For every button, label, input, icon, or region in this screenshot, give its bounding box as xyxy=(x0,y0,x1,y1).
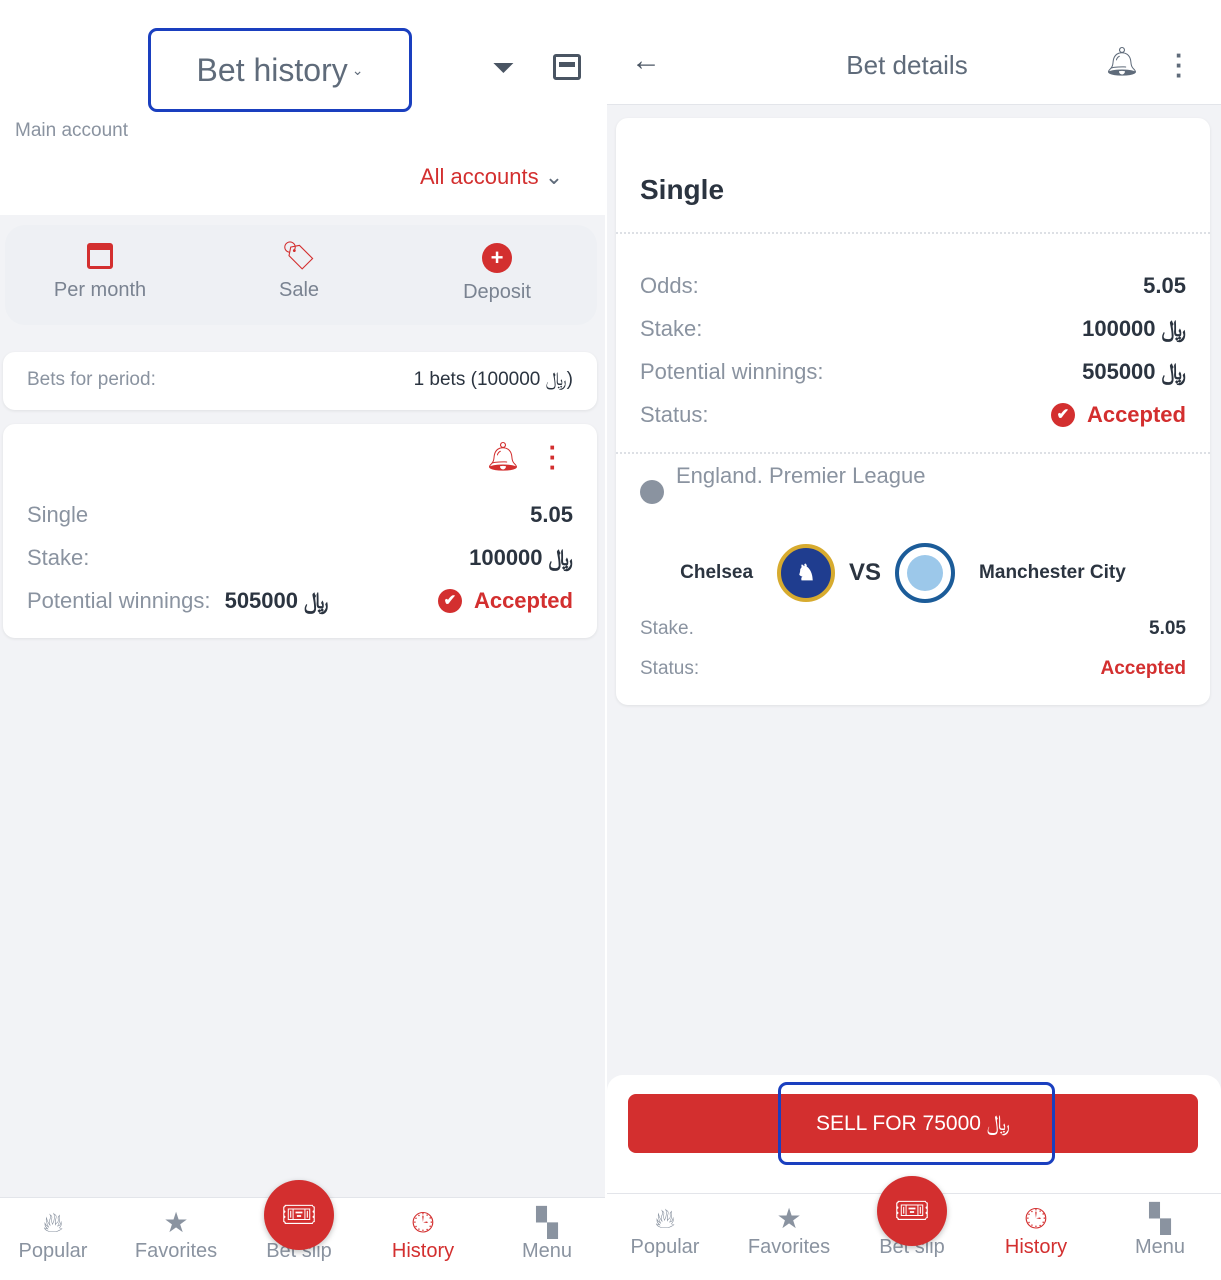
bets-for-period: Bets for period: 1 bets (﷼ 100000) xyxy=(3,352,597,410)
bet-type: Single xyxy=(640,174,725,205)
flame-icon: 🔥︎ xyxy=(654,1203,676,1234)
filter-icon[interactable]: ⏷ xyxy=(492,52,514,85)
stake-label: Stake: xyxy=(27,545,90,570)
status-value: Accepted xyxy=(473,588,573,613)
nav-popular[interactable]: 🔥︎ Popular xyxy=(0,1206,108,1263)
account-label: Main account xyxy=(15,120,129,141)
man-city-crest-icon xyxy=(895,543,956,603)
vs-label: VS xyxy=(849,559,882,586)
highlight-box xyxy=(148,28,412,112)
stake-value: ﷼ 100000 xyxy=(469,545,573,570)
divider xyxy=(616,452,1210,454)
grid-icon: ▚ xyxy=(536,1207,558,1238)
plus-circle-icon: + xyxy=(482,243,512,273)
nav-label: Favorites xyxy=(134,1240,218,1262)
league-icon xyxy=(640,480,664,504)
stake-label: Stake: xyxy=(640,316,703,341)
tag-icon: 🏷︎ xyxy=(281,240,317,271)
winnings-label: Potential winnings: xyxy=(27,588,211,613)
nav-label: Menu xyxy=(1134,1236,1186,1258)
event-stake-label: Stake. xyxy=(640,618,694,639)
nav-favorites[interactable]: ★ Favorites xyxy=(734,1202,844,1259)
nav-menu[interactable]: ▚ Menu xyxy=(492,1206,602,1263)
event-status: Accepted xyxy=(1100,658,1186,679)
home-team: Chelsea xyxy=(680,562,754,583)
status-label: Status: xyxy=(640,402,709,427)
league-name: England. Premier League xyxy=(676,463,926,488)
nav-label: History xyxy=(391,1240,455,1262)
ticket-icon: 🎟︎ xyxy=(264,1180,334,1250)
all-accounts-label: All accounts xyxy=(420,164,539,189)
away-team: Manchester City xyxy=(979,562,1126,583)
period-value: 1 bets (﷼ 100000) xyxy=(413,369,573,390)
calendar-icon xyxy=(87,243,113,269)
nav-history[interactable]: 🕒︎ History xyxy=(981,1202,1091,1259)
sale-button[interactable]: 🏷︎ Sale xyxy=(249,239,349,302)
chelsea-crest-icon: ♞ xyxy=(777,544,836,602)
quick-actions: Per month 🏷︎ Sale + Deposit xyxy=(5,225,597,325)
check-circle-icon: ✔ xyxy=(1050,403,1075,427)
grid-icon: ▚ xyxy=(1149,1203,1171,1234)
per-month-label: Per month xyxy=(53,279,147,301)
divider xyxy=(616,232,1210,234)
match-row: Chelsea ♞ VS Manchester City xyxy=(616,543,1210,603)
card-icon[interactable] xyxy=(553,54,581,80)
more-icon[interactable]: · · · xyxy=(548,434,558,480)
per-month-button[interactable]: Per month xyxy=(50,243,150,302)
check-circle-icon: ✔ xyxy=(437,589,462,613)
bet-history-screen: Bet history ⌄ ⏷ Main account All accounts… xyxy=(0,0,605,1280)
nav-bet-slip[interactable]: 🎟︎ Bet slip xyxy=(857,1176,967,1259)
event-status-label: Status: xyxy=(640,658,700,679)
odds-label: Odds: xyxy=(640,273,699,298)
bet-card[interactable]: 🔔︎ · · · Single 5.05 Stake: ﷼ 100000 Potenti… xyxy=(3,424,597,638)
bell-icon[interactable]: 🔔︎ xyxy=(485,440,521,473)
stake-value: ﷼ 100000 xyxy=(1082,316,1186,341)
deposit-button[interactable]: + Deposit xyxy=(447,243,547,304)
ticket-icon: 🎟︎ xyxy=(877,1176,947,1246)
odds-value: 5.05 xyxy=(1143,273,1186,298)
highlight-box xyxy=(778,1082,1055,1165)
deposit-label: Deposit xyxy=(463,281,531,303)
bell-icon[interactable]: 🔔︎ xyxy=(1104,45,1140,78)
sale-label: Sale xyxy=(278,279,320,301)
winnings-value: ﷼ 505000 xyxy=(1082,359,1186,384)
nav-bet-slip[interactable]: 🎟︎ Bet slip xyxy=(244,1180,354,1263)
bet-type: Single xyxy=(27,502,89,527)
bet-odds: 5.05 xyxy=(530,502,573,527)
winnings-label: Potential winnings: xyxy=(640,359,824,384)
bottom-nav: 🔥︎ Popular ★ Favorites 🎟︎ Bet slip 🕒︎ Histor… xyxy=(0,1180,605,1280)
star-icon: ★ xyxy=(163,1207,189,1238)
more-icon[interactable]: · · · xyxy=(1175,42,1184,88)
status-value: Accepted xyxy=(1086,402,1186,427)
nav-history[interactable]: 🕒︎ History xyxy=(368,1206,478,1263)
nav-label: Menu xyxy=(521,1240,573,1262)
clock-icon: 🕒︎ xyxy=(1024,1203,1048,1234)
nav-menu[interactable]: ▚ Menu xyxy=(1105,1202,1215,1259)
bottom-nav: 🔥︎ Popular ★ Favorites 🎟︎ Bet slip 🕒︎ Histor… xyxy=(607,1176,1221,1280)
period-label: Bets for period: xyxy=(27,369,156,390)
nav-popular[interactable]: 🔥︎ Popular xyxy=(610,1202,720,1259)
nav-label: Popular xyxy=(18,1240,88,1262)
flame-icon: 🔥︎ xyxy=(42,1207,64,1238)
winnings-value: ﷼ 505000 xyxy=(224,588,329,613)
all-accounts-dropdown[interactable]: All accounts ⌄ xyxy=(420,164,563,190)
star-icon: ★ xyxy=(776,1203,802,1234)
bet-details-screen: ← Bet details 🔔︎ · · · Single Odds: 5.05 St… xyxy=(607,0,1221,1280)
chevron-down-icon: ⌄ xyxy=(544,164,564,189)
event-odds: 5.05 xyxy=(1149,618,1186,639)
bet-details-card: Single Odds: 5.05 Stake: ﷼ 100000 Potentia… xyxy=(616,118,1210,705)
nav-label: History xyxy=(1004,1236,1068,1258)
clock-icon: 🕒︎ xyxy=(411,1207,435,1238)
nav-label: Popular xyxy=(630,1236,700,1258)
nav-favorites[interactable]: ★ Favorites xyxy=(121,1206,231,1263)
nav-label: Favorites xyxy=(747,1236,831,1258)
